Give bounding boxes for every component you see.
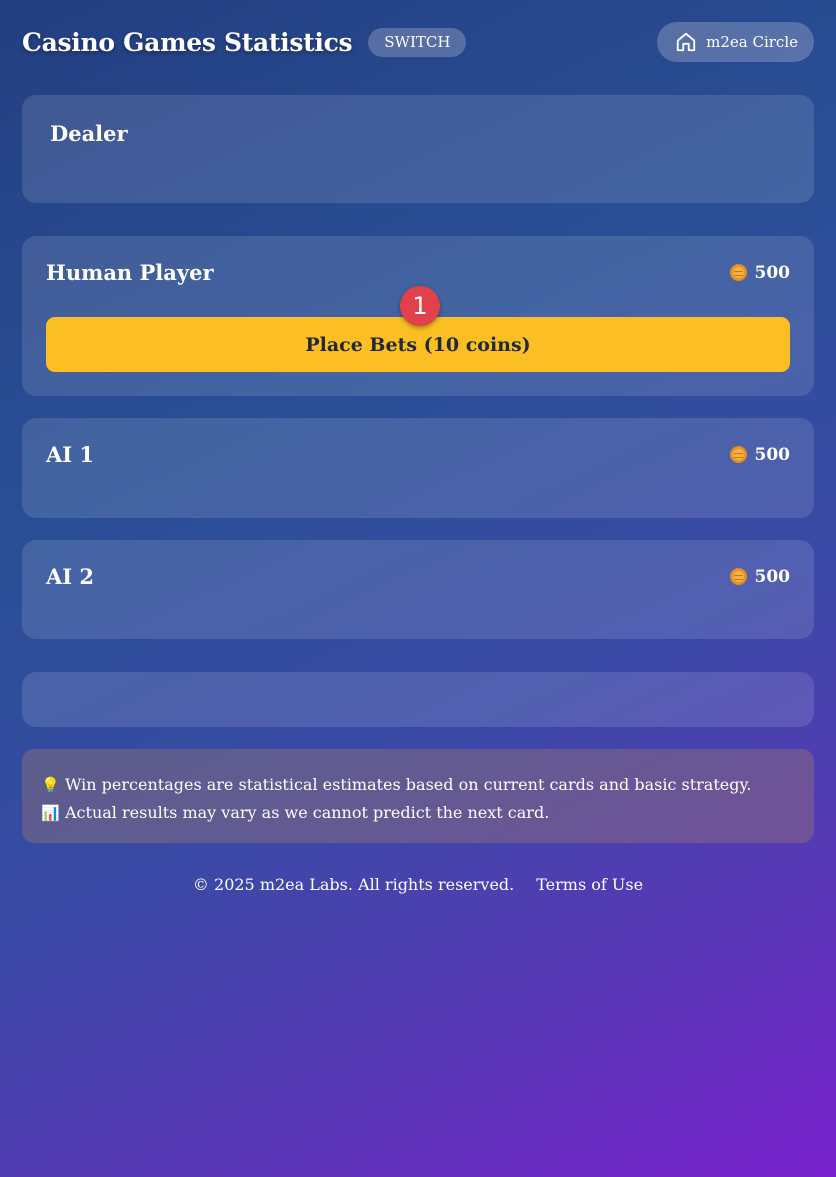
bar-chart-icon: 📊 <box>41 804 60 822</box>
ai2-player-panel: AI 2 500 <box>22 540 814 639</box>
home-icon <box>676 32 696 52</box>
info-text-estimates: Win percentages are statistical estimate… <box>65 775 752 794</box>
coin-icon <box>729 264 747 281</box>
header: Casino Games Statistics SWITCH m2ea Circ… <box>22 22 814 62</box>
ai1-player-panel: AI 1 500 <box>22 418 814 518</box>
ai1-player-coins: 500 <box>729 444 791 465</box>
info-line-estimates: 💡 Win percentages are statistical estima… <box>41 771 814 799</box>
human-player-name: Human Player <box>46 260 214 285</box>
ai1-player-header: AI 1 500 <box>46 442 790 467</box>
ai1-player-coin-count: 500 <box>754 444 791 465</box>
human-player-panel: Human Player 500 1 Place Bets (10 coins) <box>22 236 814 396</box>
human-player-coin-count: 500 <box>754 262 791 283</box>
footer: © 2025 m2ea Labs. All rights reserved. T… <box>0 875 836 894</box>
human-player-header: Human Player 500 <box>46 260 790 285</box>
m2ea-circle-button[interactable]: m2ea Circle <box>657 22 814 62</box>
ai2-player-coins: 500 <box>729 566 791 587</box>
switch-button[interactable]: SWITCH <box>368 27 467 57</box>
coin-icon <box>729 446 747 463</box>
human-player-coins: 500 <box>729 262 791 283</box>
copyright-text: © 2025 m2ea Labs. All rights reserved. <box>192 875 515 894</box>
lightbulb-icon: 💡 <box>41 776 60 794</box>
m2ea-circle-label: m2ea Circle <box>706 33 798 51</box>
ai2-player-name: AI 2 <box>46 564 95 589</box>
status-panel <box>22 672 814 727</box>
terms-of-use-link[interactable]: Terms of Use <box>536 875 643 894</box>
ai2-player-coin-count: 500 <box>754 566 791 587</box>
info-line-results: 📊 Actual results may vary as we cannot p… <box>41 799 814 827</box>
dealer-panel: Dealer <box>22 95 814 203</box>
info-box: 💡 Win percentages are statistical estima… <box>22 749 814 843</box>
info-text-results: Actual results may vary as we cannot pre… <box>65 803 550 822</box>
dealer-title: Dealer <box>50 121 128 146</box>
page-title: Casino Games Statistics <box>22 27 353 57</box>
coin-icon <box>729 568 747 585</box>
step-badge: 1 <box>400 286 440 326</box>
ai1-player-name: AI 1 <box>46 442 95 467</box>
ai2-player-header: AI 2 500 <box>46 564 790 589</box>
